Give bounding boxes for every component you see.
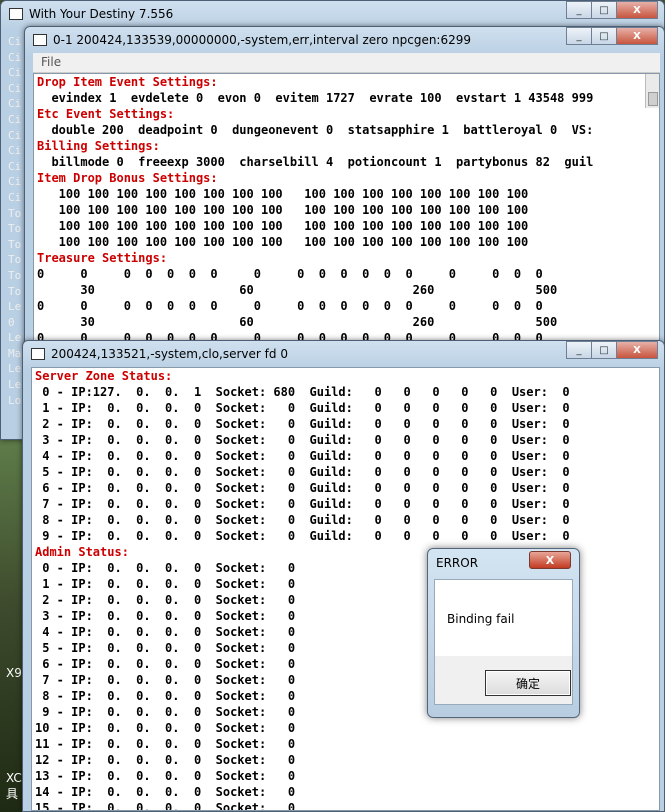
log-line: 100 100 100 100 100 100 100 100 100 100 … bbox=[37, 235, 529, 249]
log-line: 14 - IP: 0. 0. 0. 0 Socket: 0 bbox=[35, 785, 296, 799]
log-line: 2 - IP: 0. 0. 0. 0 Socket: 0 Guild: 0 0 … bbox=[35, 417, 570, 431]
child1-maximize-button[interactable]: □ bbox=[591, 27, 617, 45]
side-bottom-label-a: X9 bbox=[6, 666, 22, 680]
side-bottom-labels: XC 具 bbox=[6, 770, 22, 802]
child1-title: 0-1 200424,133539,00000000,-system,err,i… bbox=[53, 33, 472, 47]
log-line: 11 - IP: 0. 0. 0. 0 Socket: 0 bbox=[35, 737, 296, 751]
window-icon bbox=[33, 34, 47, 46]
app-icon bbox=[9, 8, 23, 20]
section-header: Billing Settings: bbox=[37, 139, 160, 153]
log-line: 3 - IP: 0. 0. 0. 0 Socket: 0 Guild: 0 0 … bbox=[35, 433, 570, 447]
log-line: billmode 0 freeexp 3000 charselbill 4 po… bbox=[37, 155, 594, 169]
settings-log-content: Drop Item Event Settings: evindex 1 evde… bbox=[33, 73, 660, 345]
main-window-controls: _ □ X bbox=[566, 1, 658, 19]
log-line: 12 - IP: 0. 0. 0. 0 Socket: 0 bbox=[35, 753, 296, 767]
error-dialog: ERROR X Binding fail 确定 bbox=[427, 548, 580, 718]
log-line: 6 - IP: 0. 0. 0. 0 Socket: 0 Guild: 0 0 … bbox=[35, 481, 570, 495]
log-line: 15 - IP: 0. 0. 0. 0 Socket: 0 bbox=[35, 801, 296, 811]
child2-title: 200424,133521,-system,clo,server fd 0 bbox=[51, 347, 288, 361]
error-close-button[interactable]: X bbox=[529, 551, 571, 569]
vertical-scrollbar[interactable] bbox=[645, 74, 659, 108]
log-line: 0 0 0 0 0 0 0 0 0 0 0 0 0 0 0 0 0 0 bbox=[37, 267, 543, 281]
log-line: 30 60 260 500 bbox=[37, 315, 558, 329]
child1-controls: _ □ X bbox=[566, 27, 658, 45]
window-icon bbox=[31, 348, 45, 360]
log-line: 7 - IP: 0. 0. 0. 0 Socket: 0 Guild: 0 0 … bbox=[35, 497, 570, 511]
log-line: 13 - IP: 0. 0. 0. 0 Socket: 0 bbox=[35, 769, 296, 783]
minimize-button[interactable]: _ bbox=[566, 1, 592, 19]
log-line: double 200 deadpoint 0 dungeonevent 0 st… bbox=[37, 123, 594, 137]
side-bottom-label-2: 具 bbox=[6, 787, 19, 801]
section-header: Treasure Settings: bbox=[37, 251, 168, 265]
log-line: 9 - IP: 0. 0. 0. 0 Socket: 0 Guild: 0 0 … bbox=[35, 529, 570, 543]
menu-bar: File bbox=[33, 53, 660, 73]
main-titlebar[interactable]: With Your Destiny 7.556 bbox=[1, 1, 664, 27]
log-line: 8 - IP: 0. 0. 0. 0 Socket: 0 Guild: 0 0 … bbox=[35, 513, 570, 527]
section-header: Item Drop Bonus Settings: bbox=[37, 171, 218, 185]
error-message: Binding fail bbox=[447, 612, 515, 626]
section-header: Drop Item Event Settings: bbox=[37, 75, 218, 89]
log-line: 1 - IP: 0. 0. 0. 0 Socket: 0 Guild: 0 0 … bbox=[35, 401, 570, 415]
log-line: 5 - IP: 0. 0. 0. 0 Socket: 0 Guild: 0 0 … bbox=[35, 465, 570, 479]
log-line: 100 100 100 100 100 100 100 100 100 100 … bbox=[37, 219, 529, 233]
child2-close-button[interactable]: X bbox=[616, 341, 658, 359]
main-window-title: With Your Destiny 7.556 bbox=[29, 7, 174, 21]
error-dialog-body: Binding fail 确定 bbox=[434, 579, 573, 705]
ok-button[interactable]: 确定 bbox=[485, 670, 571, 696]
section-header: Server Zone Status: bbox=[35, 369, 173, 383]
log-line: 10 - IP: 0. 0. 0. 0 Socket: 0 bbox=[35, 721, 296, 735]
child1-minimize-button[interactable]: _ bbox=[566, 27, 592, 45]
child1-close-button[interactable]: X bbox=[616, 27, 658, 45]
settings-log-window: 0-1 200424,133539,00000000,-system,err,i… bbox=[24, 26, 665, 346]
section-header: Etc Event Settings: bbox=[37, 107, 175, 121]
close-button[interactable]: X bbox=[616, 1, 658, 19]
log-line: 100 100 100 100 100 100 100 100 100 100 … bbox=[37, 187, 529, 201]
child2-controls: _ □ X bbox=[566, 341, 658, 359]
log-line: 100 100 100 100 100 100 100 100 100 100 … bbox=[37, 203, 529, 217]
log-line: 4 - IP: 0. 0. 0. 0 Socket: 0 Guild: 0 0 … bbox=[35, 449, 570, 463]
child2-minimize-button[interactable]: _ bbox=[566, 341, 592, 359]
child2-maximize-button[interactable]: □ bbox=[591, 341, 617, 359]
error-dialog-title: ERROR bbox=[436, 556, 479, 570]
log-line: 30 60 260 500 bbox=[37, 283, 558, 297]
log-line: 0 0 0 0 0 0 0 0 0 0 0 0 0 0 0 0 0 0 bbox=[37, 299, 543, 313]
log-line: evindex 1 evdelete 0 evon 0 evitem 1727 … bbox=[37, 91, 594, 105]
menu-file[interactable]: File bbox=[41, 55, 61, 69]
log-line: 0 - IP:127. 0. 0. 1 Socket: 680 Guild: 0… bbox=[35, 385, 570, 399]
maximize-button[interactable]: □ bbox=[591, 1, 617, 19]
side-bottom-label-1: XC bbox=[6, 771, 22, 785]
